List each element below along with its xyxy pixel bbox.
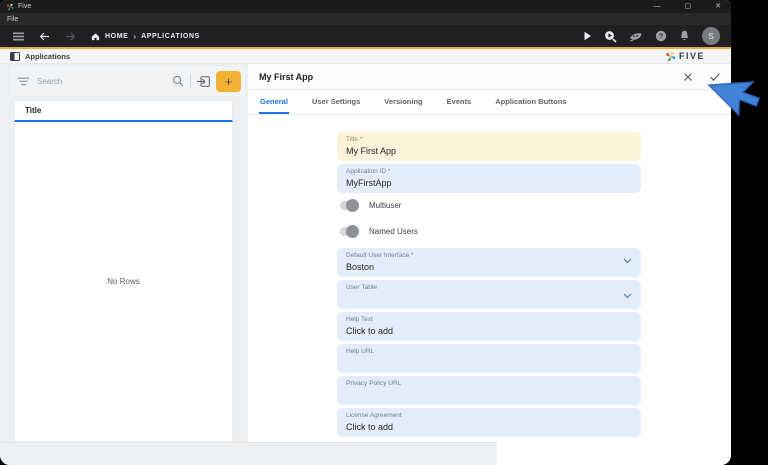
field-privacy-policy-url[interactable]: Privacy Policy URL [337,376,641,405]
tab-general[interactable]: General [259,90,289,114]
bell-icon[interactable] [679,30,690,42]
field-application-id-label: Application ID * [346,168,391,175]
close-icon [684,72,692,81]
navbar: HOME › APPLICATIONS ? S [0,25,731,47]
search-bar[interactable]: Search + [10,66,245,96]
home-icon[interactable] [91,32,100,41]
field-title-label: Title * [346,136,363,143]
save-button[interactable] [709,72,721,82]
tab-application-buttons[interactable]: Application Buttons [494,90,567,114]
forward-icon[interactable] [65,32,76,41]
chevron-down-icon[interactable] [623,293,632,299]
field-help-text-value[interactable]: Click to add [346,325,632,337]
field-user-table[interactable]: User Table [337,280,641,309]
check-icon [710,72,720,81]
field-help-text[interactable]: Help Text Click to add [337,312,641,341]
field-default-user-interface-value[interactable]: Boston [346,261,632,273]
field-application-id-value[interactable]: MyFirstApp [346,177,632,189]
breadcrumb-separator-icon: › [133,31,137,41]
main-area: Search + Title No Rows My First App Gene… [0,64,731,465]
titlebar: Five — ▢ ✕ [0,0,731,13]
detail-title: My First App [259,71,314,82]
open-record-icon[interactable] [197,75,210,87]
svg-text:?: ? [659,32,664,41]
search-icon[interactable] [172,75,184,87]
toggle-named-users[interactable]: Named Users [340,222,731,240]
hamburger-icon[interactable] [13,32,24,41]
field-privacy-policy-url-label: Privacy Policy URL [346,380,402,387]
field-application-id[interactable]: Application ID * MyFirstApp [337,164,641,193]
multiuser-switch[interactable] [340,198,359,212]
cancel-button[interactable] [683,72,693,82]
brand: FIVE [665,51,705,62]
back-icon[interactable] [39,32,50,41]
field-user-table-label: User Table [346,284,377,291]
file-menu[interactable]: File [7,16,18,23]
tab-user-settings[interactable]: User Settings [311,90,361,114]
column-header-title[interactable]: Title [14,100,233,122]
menubar: File [0,13,731,25]
records-list[interactable]: No Rows [14,122,233,442]
maximize-button[interactable]: ▢ [685,0,692,13]
avatar-initial: S [708,31,714,41]
add-button[interactable]: + [216,70,241,92]
empty-state: No Rows [107,277,140,286]
breadcrumb-current[interactable]: APPLICATIONS [141,33,200,40]
field-privacy-policy-url-value[interactable] [346,389,632,401]
list-footer [0,442,497,465]
tab-versioning[interactable]: Versioning [383,90,423,114]
field-license-agreement-label: License Agreement [346,412,402,419]
named-users-label: Named Users [369,226,418,236]
field-help-url-label: Help URL [346,348,375,355]
page-title: Applications [25,51,71,61]
field-help-text-label: Help Text [346,316,373,323]
chevron-down-icon[interactable] [623,258,632,264]
search-input[interactable]: Search [37,77,172,86]
field-license-agreement-value[interactable]: Click to add [346,421,632,433]
add-button-label: + [224,73,233,89]
field-user-table-value[interactable] [346,293,632,305]
field-help-url[interactable]: Help URL [337,344,641,373]
filter-icon[interactable] [18,77,30,86]
multiuser-label: Multiuser [369,200,402,210]
brand-wordmark: FIVE [678,51,705,61]
toggle-multiuser[interactable]: Multiuser [340,196,731,214]
minimize-button[interactable]: — [654,0,661,13]
detail-header: My First App [248,64,731,90]
detail-form: Title * My First App Application ID * My… [248,115,731,440]
switch-knob [346,198,359,212]
appbar: Applications FIVE [0,49,731,64]
detail-tabs: General User Settings Versioning Events … [248,90,731,115]
close-button[interactable]: ✕ [715,0,721,13]
field-help-url-value[interactable] [346,357,632,369]
breadcrumb: HOME › APPLICATIONS [91,32,200,41]
five-brand-icon [666,51,675,61]
divider [190,74,191,88]
app-window: Five — ▢ ✕ File HOME › APPLICATIONS ? S … [0,0,731,465]
avatar[interactable]: S [702,27,720,45]
preview-icon[interactable] [604,30,617,43]
field-title-value[interactable]: My First App [346,145,632,157]
window-title: Five [18,3,32,10]
run-play-icon[interactable] [583,31,592,41]
help-icon[interactable]: ? [655,30,667,42]
named-users-switch[interactable] [340,224,359,238]
tab-events[interactable]: Events [446,90,473,114]
detail-panel: My First App General User Settings Versi… [248,64,731,465]
field-license-agreement[interactable]: License Agreement Click to add [337,408,641,437]
switch-knob [346,224,359,238]
field-title[interactable]: Title * My First App [337,132,641,161]
five-logo-icon [6,3,14,10]
list-panel: Search + Title No Rows [0,64,248,465]
field-default-user-interface[interactable]: Default User Interface * Boston [337,248,641,277]
field-default-user-interface-label: Default User Interface * [346,252,414,259]
deploy-rocket-icon[interactable] [629,31,643,42]
panel-icon [10,51,20,61]
breadcrumb-home[interactable]: HOME [105,33,128,40]
